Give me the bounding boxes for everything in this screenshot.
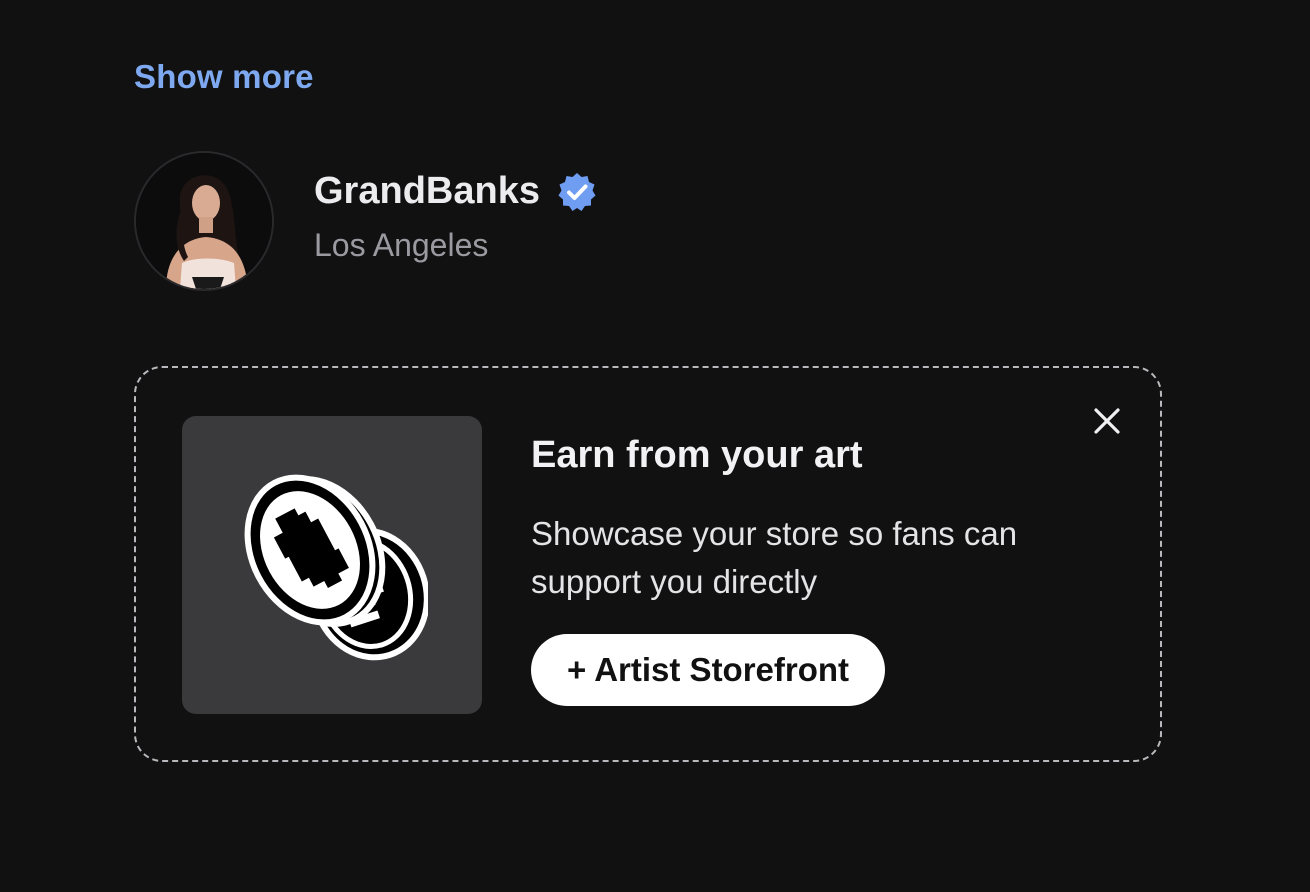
avatar[interactable] — [134, 151, 274, 291]
artist-storefront-button[interactable]: + Artist Storefront — [531, 634, 886, 706]
promo-illustration — [182, 416, 482, 714]
verified-badge-icon — [556, 171, 598, 213]
close-button[interactable] — [1090, 404, 1124, 438]
profile-header: GrandBanks Los Angeles — [134, 151, 598, 291]
profile-text: GrandBanks Los Angeles — [314, 170, 598, 264]
profile-name[interactable]: GrandBanks — [314, 170, 540, 213]
promo-description: Showcase your store so fans can support … — [531, 515, 1018, 600]
profile-page: Show more GrandBanks Los Angeles Earn fr… — [0, 0, 1310, 892]
show-more-link[interactable]: Show more — [134, 58, 314, 96]
close-icon — [1094, 408, 1120, 434]
coins-icon — [244, 474, 428, 661]
name-row: GrandBanks — [314, 170, 598, 213]
promo-title: Earn from your art — [531, 434, 863, 476]
profile-location: Los Angeles — [314, 227, 489, 263]
profile-photo — [136, 153, 272, 289]
artist-storefront-promo: Earn from your art Showcase your store s… — [134, 366, 1162, 762]
